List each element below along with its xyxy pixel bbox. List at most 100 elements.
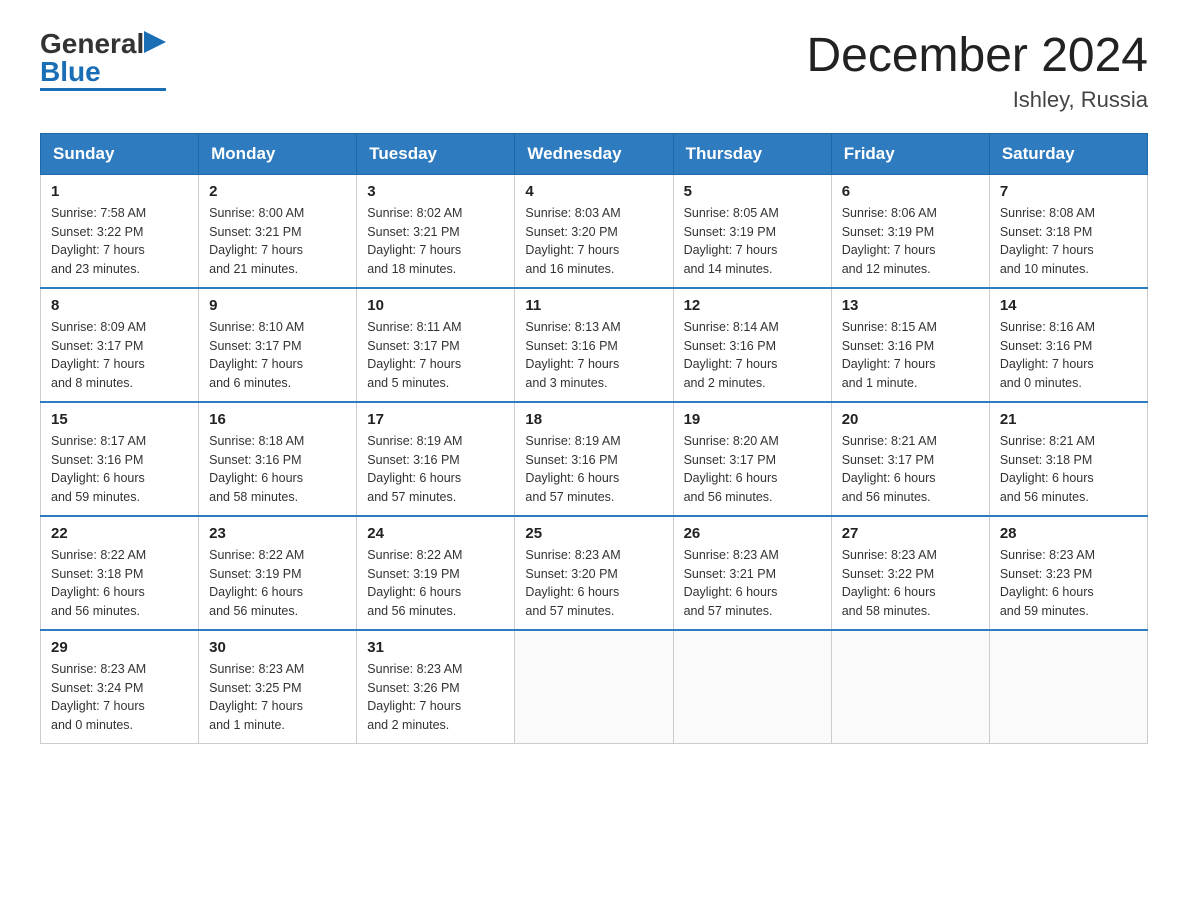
day-cell: 29 Sunrise: 8:23 AMSunset: 3:24 PMDaylig… [41,630,199,744]
day-number: 24 [367,525,504,542]
day-cell: 1 Sunrise: 7:58 AMSunset: 3:22 PMDayligh… [41,174,199,288]
week-row-1: 1 Sunrise: 7:58 AMSunset: 3:22 PMDayligh… [41,174,1148,288]
day-info: Sunrise: 8:13 AMSunset: 3:16 PMDaylight:… [525,318,662,393]
day-info: Sunrise: 8:02 AMSunset: 3:21 PMDaylight:… [367,204,504,279]
logo-general-text: General [40,30,144,58]
day-info: Sunrise: 8:16 AMSunset: 3:16 PMDaylight:… [1000,318,1137,393]
day-cell [515,630,673,744]
day-cell: 18 Sunrise: 8:19 AMSunset: 3:16 PMDaylig… [515,402,673,516]
week-row-3: 15 Sunrise: 8:17 AMSunset: 3:16 PMDaylig… [41,402,1148,516]
day-number: 29 [51,639,188,656]
day-info: Sunrise: 8:19 AMSunset: 3:16 PMDaylight:… [525,432,662,507]
day-cell: 22 Sunrise: 8:22 AMSunset: 3:18 PMDaylig… [41,516,199,630]
day-info: Sunrise: 8:21 AMSunset: 3:17 PMDaylight:… [842,432,979,507]
week-row-2: 8 Sunrise: 8:09 AMSunset: 3:17 PMDayligh… [41,288,1148,402]
logo-underline [40,88,166,91]
day-info: Sunrise: 8:22 AMSunset: 3:19 PMDaylight:… [209,546,346,621]
day-info: Sunrise: 8:17 AMSunset: 3:16 PMDaylight:… [51,432,188,507]
day-info: Sunrise: 8:18 AMSunset: 3:16 PMDaylight:… [209,432,346,507]
day-cell: 10 Sunrise: 8:11 AMSunset: 3:17 PMDaylig… [357,288,515,402]
day-cell: 12 Sunrise: 8:14 AMSunset: 3:16 PMDaylig… [673,288,831,402]
day-info: Sunrise: 8:23 AMSunset: 3:25 PMDaylight:… [209,660,346,735]
header-sunday: Sunday [41,133,199,174]
day-info: Sunrise: 8:10 AMSunset: 3:17 PMDaylight:… [209,318,346,393]
logo-arrow-icon [144,31,166,53]
day-info: Sunrise: 8:05 AMSunset: 3:19 PMDaylight:… [684,204,821,279]
day-cell [989,630,1147,744]
day-number: 26 [684,525,821,542]
week-row-5: 29 Sunrise: 8:23 AMSunset: 3:24 PMDaylig… [41,630,1148,744]
day-cell: 9 Sunrise: 8:10 AMSunset: 3:17 PMDayligh… [199,288,357,402]
day-number: 30 [209,639,346,656]
day-number: 20 [842,411,979,428]
day-number: 7 [1000,183,1137,200]
header-tuesday: Tuesday [357,133,515,174]
day-number: 27 [842,525,979,542]
day-cell [673,630,831,744]
day-number: 14 [1000,297,1137,314]
header-wednesday: Wednesday [515,133,673,174]
day-number: 28 [1000,525,1137,542]
day-cell: 17 Sunrise: 8:19 AMSunset: 3:16 PMDaylig… [357,402,515,516]
day-cell: 16 Sunrise: 8:18 AMSunset: 3:16 PMDaylig… [199,402,357,516]
logo: General Blue [40,30,166,91]
day-cell: 6 Sunrise: 8:06 AMSunset: 3:19 PMDayligh… [831,174,989,288]
day-number: 3 [367,183,504,200]
day-number: 31 [367,639,504,656]
day-cell: 23 Sunrise: 8:22 AMSunset: 3:19 PMDaylig… [199,516,357,630]
day-cell: 24 Sunrise: 8:22 AMSunset: 3:19 PMDaylig… [357,516,515,630]
day-info: Sunrise: 8:20 AMSunset: 3:17 PMDaylight:… [684,432,821,507]
day-number: 13 [842,297,979,314]
day-info: Sunrise: 8:06 AMSunset: 3:19 PMDaylight:… [842,204,979,279]
day-info: Sunrise: 8:15 AMSunset: 3:16 PMDaylight:… [842,318,979,393]
day-cell: 15 Sunrise: 8:17 AMSunset: 3:16 PMDaylig… [41,402,199,516]
location-subtitle: Ishley, Russia [806,87,1148,113]
day-info: Sunrise: 8:23 AMSunset: 3:24 PMDaylight:… [51,660,188,735]
day-number: 15 [51,411,188,428]
day-cell: 26 Sunrise: 8:23 AMSunset: 3:21 PMDaylig… [673,516,831,630]
day-cell: 20 Sunrise: 8:21 AMSunset: 3:17 PMDaylig… [831,402,989,516]
day-number: 25 [525,525,662,542]
day-cell: 21 Sunrise: 8:21 AMSunset: 3:18 PMDaylig… [989,402,1147,516]
page-header: General Blue December 2024 Ishley, Russi… [40,30,1148,113]
weekday-header-row: Sunday Monday Tuesday Wednesday Thursday… [41,133,1148,174]
day-cell: 27 Sunrise: 8:23 AMSunset: 3:22 PMDaylig… [831,516,989,630]
day-info: Sunrise: 7:58 AMSunset: 3:22 PMDaylight:… [51,204,188,279]
day-cell: 7 Sunrise: 8:08 AMSunset: 3:18 PMDayligh… [989,174,1147,288]
month-year-title: December 2024 [806,30,1148,83]
week-row-4: 22 Sunrise: 8:22 AMSunset: 3:18 PMDaylig… [41,516,1148,630]
day-number: 2 [209,183,346,200]
day-info: Sunrise: 8:23 AMSunset: 3:22 PMDaylight:… [842,546,979,621]
day-info: Sunrise: 8:23 AMSunset: 3:20 PMDaylight:… [525,546,662,621]
day-info: Sunrise: 8:00 AMSunset: 3:21 PMDaylight:… [209,204,346,279]
header-friday: Friday [831,133,989,174]
day-number: 21 [1000,411,1137,428]
logo-blue-text: Blue [40,58,101,86]
day-number: 1 [51,183,188,200]
day-number: 22 [51,525,188,542]
day-info: Sunrise: 8:03 AMSunset: 3:20 PMDaylight:… [525,204,662,279]
day-number: 4 [525,183,662,200]
day-cell: 30 Sunrise: 8:23 AMSunset: 3:25 PMDaylig… [199,630,357,744]
day-number: 18 [525,411,662,428]
header-monday: Monday [199,133,357,174]
day-cell: 11 Sunrise: 8:13 AMSunset: 3:16 PMDaylig… [515,288,673,402]
day-cell: 8 Sunrise: 8:09 AMSunset: 3:17 PMDayligh… [41,288,199,402]
day-number: 23 [209,525,346,542]
day-info: Sunrise: 8:23 AMSunset: 3:21 PMDaylight:… [684,546,821,621]
day-info: Sunrise: 8:23 AMSunset: 3:26 PMDaylight:… [367,660,504,735]
day-cell [831,630,989,744]
day-info: Sunrise: 8:22 AMSunset: 3:18 PMDaylight:… [51,546,188,621]
header-saturday: Saturday [989,133,1147,174]
day-cell: 3 Sunrise: 8:02 AMSunset: 3:21 PMDayligh… [357,174,515,288]
day-cell: 2 Sunrise: 8:00 AMSunset: 3:21 PMDayligh… [199,174,357,288]
title-block: December 2024 Ishley, Russia [806,30,1148,113]
day-cell: 31 Sunrise: 8:23 AMSunset: 3:26 PMDaylig… [357,630,515,744]
calendar-table: Sunday Monday Tuesday Wednesday Thursday… [40,133,1148,744]
day-cell: 13 Sunrise: 8:15 AMSunset: 3:16 PMDaylig… [831,288,989,402]
day-info: Sunrise: 8:08 AMSunset: 3:18 PMDaylight:… [1000,204,1137,279]
day-number: 12 [684,297,821,314]
day-number: 5 [684,183,821,200]
day-cell: 28 Sunrise: 8:23 AMSunset: 3:23 PMDaylig… [989,516,1147,630]
day-number: 11 [525,297,662,314]
